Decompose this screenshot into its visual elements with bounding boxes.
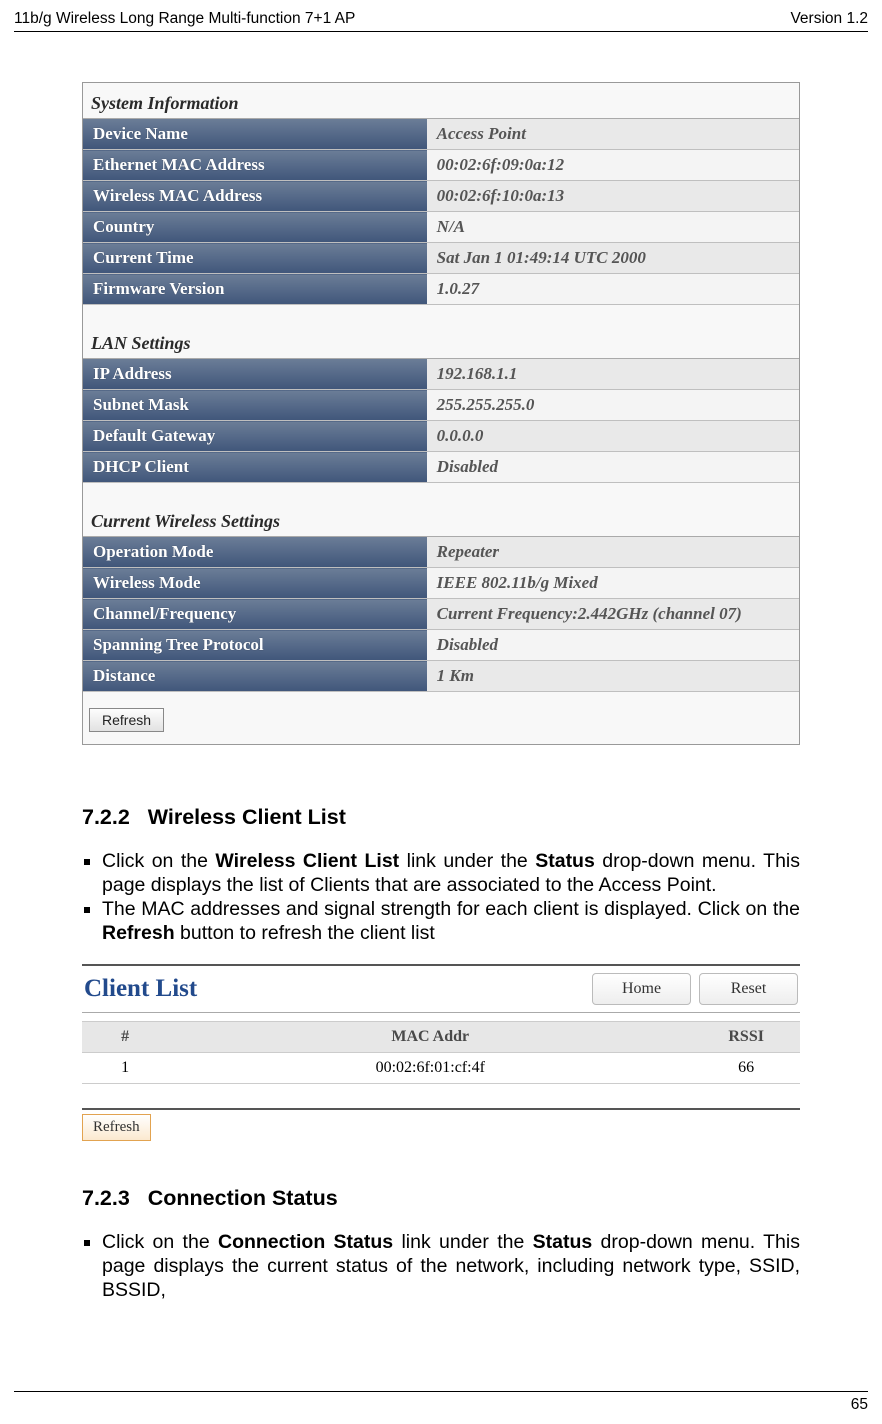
doc-title: 11b/g Wireless Long Range Multi-function… xyxy=(14,10,355,28)
footer-rule xyxy=(14,1391,868,1392)
section-723-heading: 7.2.3 Connection Status xyxy=(82,1186,800,1211)
table-row: Distance1 Km xyxy=(83,661,799,692)
home-button[interactable]: Home xyxy=(592,973,691,1005)
client-list-table: # MAC Addr RSSI 1 00:02:6f:01:cf:4f 66 xyxy=(82,1021,800,1084)
table-row: Default Gateway0.0.0.0 xyxy=(83,421,799,452)
client-list-title: Client List xyxy=(84,975,584,1003)
list-item: Click on the Connection Status link unde… xyxy=(102,1231,800,1303)
section-722-num: 7.2.2 xyxy=(82,805,130,829)
table-row: Wireless MAC Address00:02:6f:10:0a:13 xyxy=(83,181,799,212)
section-722-bullets: Click on the Wireless Client List link u… xyxy=(82,850,800,946)
system-info-heading: System Information xyxy=(83,83,799,119)
section-723-title: Connection Status xyxy=(148,1186,338,1210)
table-row: Device NameAccess Point xyxy=(83,119,799,150)
wireless-settings-heading: Current Wireless Settings xyxy=(83,501,799,537)
table-row: Channel/FrequencyCurrent Frequency:2.442… xyxy=(83,599,799,630)
table-row: Operation ModeRepeater xyxy=(83,537,799,568)
col-rssi: RSSI xyxy=(692,1021,800,1052)
table-row: Subnet Mask255.255.255.0 xyxy=(83,390,799,421)
list-item: The MAC addresses and signal strength fo… xyxy=(102,898,800,946)
list-item: Click on the Wireless Client List link u… xyxy=(102,850,800,898)
status-panel: System Information Device NameAccess Poi… xyxy=(82,82,800,745)
table-row: 1 00:02:6f:01:cf:4f 66 xyxy=(82,1052,800,1083)
header-rule xyxy=(14,31,868,32)
table-header-row: # MAC Addr RSSI xyxy=(82,1021,800,1052)
section-723-num: 7.2.3 xyxy=(82,1186,130,1210)
system-info-table: Device NameAccess Point Ethernet MAC Add… xyxy=(83,119,799,305)
page-header: 11b/g Wireless Long Range Multi-function… xyxy=(14,10,868,30)
table-row: Firmware Version1.0.27 xyxy=(83,274,799,305)
section-723-bullets: Click on the Connection Status link unde… xyxy=(82,1231,800,1303)
client-list-panel: Client List Home Reset # MAC Addr RSSI 1… xyxy=(82,964,800,1141)
refresh-button[interactable]: Refresh xyxy=(89,708,164,732)
table-row: CountryN/A xyxy=(83,212,799,243)
table-row: Wireless ModeIEEE 802.11b/g Mixed xyxy=(83,568,799,599)
wireless-settings-table: Operation ModeRepeater Wireless ModeIEEE… xyxy=(83,537,799,692)
footer: 65 xyxy=(14,1391,868,1414)
section-722-title: Wireless Client List xyxy=(148,805,346,829)
client-list-rule xyxy=(82,1108,800,1110)
table-row: Current TimeSat Jan 1 01:49:14 UTC 2000 xyxy=(83,243,799,274)
table-row: DHCP ClientDisabled xyxy=(83,452,799,483)
page-number: 65 xyxy=(14,1396,868,1414)
lan-settings-table: IP Address192.168.1.1 Subnet Mask255.255… xyxy=(83,359,799,483)
col-num: # xyxy=(82,1021,168,1052)
section-722-heading: 7.2.2 Wireless Client List xyxy=(82,805,800,830)
table-row: Ethernet MAC Address00:02:6f:09:0a:12 xyxy=(83,150,799,181)
table-row: Spanning Tree ProtocolDisabled xyxy=(83,630,799,661)
lan-settings-heading: LAN Settings xyxy=(83,323,799,359)
doc-version: Version 1.2 xyxy=(790,10,868,28)
client-list-refresh-button[interactable]: Refresh xyxy=(82,1114,151,1141)
reset-button[interactable]: Reset xyxy=(699,973,798,1005)
col-mac: MAC Addr xyxy=(168,1021,692,1052)
table-row: IP Address192.168.1.1 xyxy=(83,359,799,390)
